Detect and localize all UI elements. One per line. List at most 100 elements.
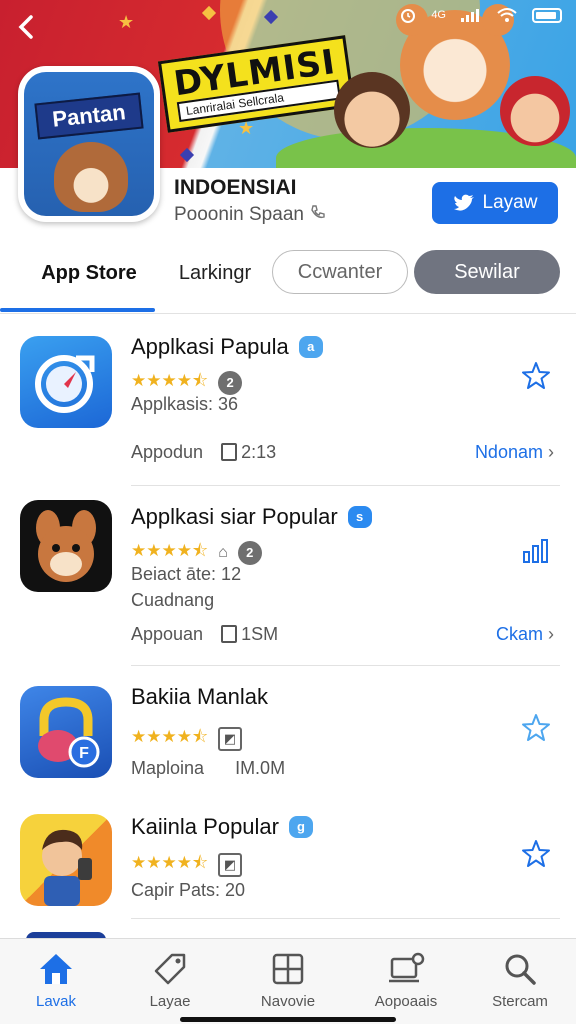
app-name: INDOENSIAI [174, 176, 297, 199]
rating-stars-icon: ★★★★⯪ [131, 541, 209, 560]
nav-home[interactable]: Lavak [6, 949, 106, 1010]
app-link[interactable]: Ndonam › [475, 442, 554, 463]
app-title: Applkasi Papula a [131, 334, 323, 360]
bunny-icon [36, 510, 96, 582]
app-subtitle-text: Maploina [131, 758, 205, 778]
app-title-text: Applkasi Papula [131, 334, 289, 359]
favorite-star-button[interactable] [520, 838, 552, 870]
list-item[interactable]: Kaiinla Popular g ★★★★⯪ ◩ Capir Pats: 20 [0, 796, 576, 928]
user-count-icon: 2 [218, 370, 243, 395]
app-meta: Appodun 2:13 [131, 442, 276, 463]
star-decoration-icon: ★ [118, 12, 135, 32]
rating-stars-icon: ★★★★⯪ [131, 371, 209, 390]
meta-left: Appodun [131, 442, 204, 462]
tab-sewilar[interactable]: Sewilar [414, 250, 560, 294]
tab-ccwanter[interactable]: Ccwanter [272, 250, 408, 294]
rating-stars-icon: ★★★★⯪ [131, 853, 209, 872]
boy-mascot [334, 72, 410, 148]
chevron-right-icon: › [548, 442, 554, 462]
nav-grid-label: Navovie [260, 993, 316, 1010]
follow-button-label: Layaw [482, 192, 538, 213]
favorite-star-button[interactable] [520, 360, 552, 392]
stats-button[interactable] [520, 534, 552, 566]
list-item-partial [0, 928, 576, 940]
list-divider [131, 918, 560, 919]
rating-row: ★★★★⯪ 2 [131, 368, 243, 397]
nav-grid[interactable]: Navovie [238, 949, 338, 1010]
app-badge: g [288, 816, 313, 838]
favorite-star-button[interactable] [520, 712, 552, 744]
tab-app-store[interactable]: App Store [0, 248, 178, 298]
app-title: Bakiia Manlak [131, 684, 268, 710]
app-badge: a [298, 336, 323, 358]
app-list-icon: F [20, 686, 112, 778]
meta-time-text: 2:13 [241, 442, 277, 462]
bottom-navigation: Lavak Layae Navovie Aopoaais Stercam [0, 938, 576, 1024]
app-list-icon [20, 500, 112, 592]
meta-size-text: 1SM [241, 624, 279, 644]
nav-search-label: Stercam [492, 993, 548, 1010]
app-list-icon [20, 814, 112, 906]
meta-left: Appouan [131, 624, 204, 644]
bar-chart-icon [523, 539, 548, 563]
tab-larkingr[interactable]: Larkingr [170, 248, 260, 298]
signal-label: 4G [431, 9, 446, 21]
wifi-icon [497, 8, 517, 22]
meta-time: 2:13 [221, 442, 276, 463]
list-item[interactable]: F Bakiia Manlak ★★★★⯪ ◩ Maploina IM.0M [0, 666, 576, 806]
grid-icon [272, 953, 304, 985]
app-title-text: Applkasi siar Popular [131, 504, 338, 529]
nav-device[interactable]: Aopoaais [356, 949, 456, 1010]
app-title: Kaiinla Popular g [131, 814, 313, 840]
star-outline-icon [522, 714, 550, 741]
calendar-icon [221, 625, 238, 643]
nav-home-label: Lavak [35, 993, 77, 1010]
chevron-right-icon: › [548, 624, 554, 644]
nav-tag-label: Layae [149, 993, 191, 1010]
rating-row: ★★★★⯪ ◩ [131, 724, 243, 753]
search-icon [505, 954, 536, 985]
app-meta: Appouan 1SM [131, 624, 278, 645]
rating-stars-icon: ★★★★⯪ [131, 727, 209, 746]
active-tab-indicator [0, 308, 155, 312]
app-icon-flag: Pantan [34, 92, 144, 140]
back-button[interactable] [14, 12, 44, 42]
app-link-label: Ndonam [474, 442, 543, 462]
diamond-decoration-icon [201, 5, 217, 21]
app-title-text: Bakiia Manlak [131, 684, 268, 709]
lock-icon: F [38, 697, 100, 768]
app-subtitle: Maploina IM.0M [131, 758, 285, 779]
list-item[interactable]: Applkasi Papula a ★★★★⯪ 2 Applkasis: 36 … [0, 316, 576, 486]
phone-icon [311, 205, 325, 219]
app-size: IM.0M [235, 758, 286, 778]
star-outline-icon [522, 840, 550, 867]
follow-button[interactable]: Layaw [432, 182, 558, 224]
app-badge: s [347, 506, 372, 528]
rating-row: ★★★★⯪ ⌂ 2 [131, 538, 262, 567]
svg-text:F: F [79, 745, 89, 762]
bear-mascot [396, 4, 514, 120]
calendar-icon [221, 443, 238, 461]
character-icon [42, 829, 92, 906]
app-link-label: Ckam [495, 624, 543, 644]
girl-mascot [500, 76, 570, 146]
device-icon [389, 952, 425, 983]
app-icon: Pantan [18, 66, 160, 222]
app-subtitle: Capir Pats: 20 [131, 880, 246, 900]
app-subtitle: Beiact āte: 12 [131, 564, 242, 584]
nav-tag[interactable]: Layae [120, 949, 220, 1010]
image-icon: ◩ [218, 726, 243, 751]
compass-icon [35, 355, 95, 413]
app-link[interactable]: Ckam › [496, 624, 554, 645]
tab-bar: App Store Larkingr Ccwanter Sewilar [0, 248, 576, 314]
tag-icon [154, 953, 186, 985]
nav-search[interactable]: Stercam [470, 949, 570, 1010]
status-bar: 4G [399, 6, 562, 24]
star-outline-icon [522, 362, 550, 389]
app-title-text: Kaiinla Popular [131, 814, 279, 839]
app-subtitle: Applkasis: 36 [131, 394, 239, 414]
battery-icon [532, 7, 562, 23]
list-item[interactable]: Applkasi siar Popular s ★★★★⯪ ⌂ 2 Beiact… [0, 486, 576, 666]
nav-device-label: Aopoaais [374, 993, 438, 1010]
house-icon: ⌂ [218, 543, 228, 561]
